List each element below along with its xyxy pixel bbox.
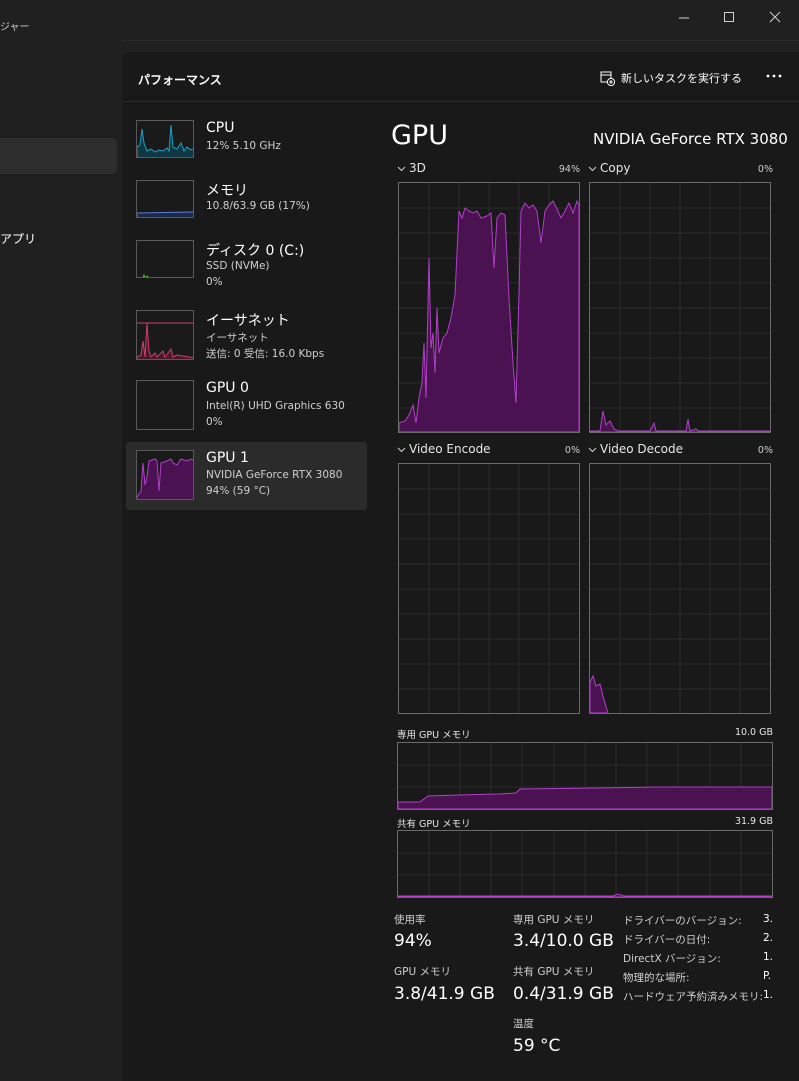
perf-item-name: メモリ	[206, 183, 248, 199]
driver-date-label: ドライバーの日付:	[623, 934, 711, 946]
temperature-label: 温度	[513, 1018, 534, 1030]
perf-item-usage: 94% (59 °C)	[206, 485, 271, 497]
engine-label: Video Encode	[409, 442, 491, 456]
engine-video-encode-selector[interactable]: Video Encode	[397, 442, 491, 456]
engine-percent: 0%	[757, 164, 773, 175]
close-button[interactable]	[755, 6, 795, 28]
perf-item-cpu[interactable]: CPU 12% 5.10 GHz	[126, 120, 367, 188]
perf-item-detail: 12% 5.10 GHz	[206, 140, 281, 152]
maximize-button[interactable]	[709, 6, 749, 28]
shared-memory-graph	[397, 830, 773, 898]
gpu-detail-title: GPU	[391, 120, 448, 151]
perf-item-name: GPU 1	[206, 450, 249, 466]
close-icon	[769, 11, 781, 23]
perf-item-name: CPU	[206, 120, 235, 136]
page-title: パフォーマンス	[138, 73, 222, 87]
perf-item-disk[interactable]: ディスク 0 (C:) SSD (NVMe) 0%	[126, 240, 367, 308]
perf-item-detail: イーサネット	[206, 332, 269, 344]
driver-date-value: 2.	[763, 932, 774, 944]
perf-item-name: ディスク 0 (C:)	[206, 243, 305, 259]
perf-item-gpu-0[interactable]: GPU 0 Intel(R) UHD Graphics 630 0%	[126, 380, 367, 448]
shared-gpu-memory-label: 共有 GPU メモリ	[513, 966, 595, 978]
perf-item-usage: 0%	[206, 276, 223, 288]
app-title: ジャー	[0, 22, 30, 33]
perf-item-usage: 0%	[206, 416, 223, 428]
dedicated-memory-graph	[397, 742, 773, 810]
directx-version-label: DirectX バージョン:	[623, 953, 721, 965]
chevron-down-icon	[588, 447, 597, 452]
gpu-memory-label: GPU メモリ	[394, 966, 451, 978]
engine-percent: 0%	[564, 445, 580, 456]
driver-version-label: ドライバーのバージョン:	[623, 915, 742, 927]
engine-3d-graph	[398, 182, 580, 433]
engine-3d-selector[interactable]: 3D	[397, 161, 426, 175]
nav-item-performance[interactable]	[0, 138, 117, 174]
run-new-task-button[interactable]: 新しいタスクを実行する	[600, 68, 742, 88]
engine-copy-selector[interactable]: Copy	[588, 161, 630, 175]
dedicated-gpu-memory-value: 3.4/10.0 GB	[513, 931, 614, 951]
engine-percent: 94%	[558, 164, 580, 175]
shared-memory-label: 共有 GPU メモリ	[397, 819, 471, 830]
ethernet-thumbnail	[136, 310, 194, 360]
minimize-icon	[679, 17, 689, 19]
shared-memory-max: 31.9 GB	[734, 816, 773, 827]
nav-item-apps[interactable]: アプリ	[0, 230, 36, 247]
dedicated-memory-label: 専用 GPU メモリ	[397, 730, 471, 741]
perf-item-detail: SSD (NVMe)	[206, 260, 270, 272]
minimize-button[interactable]	[664, 6, 704, 28]
perf-item-memory[interactable]: メモリ 10.8/63.9 GB (17%)	[126, 180, 367, 248]
maximize-icon	[724, 12, 734, 22]
gpu-0-thumbnail	[136, 380, 194, 430]
left-navigation	[0, 40, 122, 1081]
engine-copy-graph	[589, 182, 771, 433]
perf-item-name: GPU 0	[206, 380, 249, 396]
dedicated-memory-max: 10.0 GB	[734, 727, 773, 738]
engine-percent: 0%	[757, 445, 773, 456]
dedicated-gpu-memory-label: 専用 GPU メモリ	[513, 914, 595, 926]
reserved-memory-label: ハードウェア予約済みメモリ:	[623, 991, 764, 1003]
run-new-task-label: 新しいタスクを実行する	[621, 72, 742, 85]
engine-video-encode-graph	[398, 463, 580, 714]
engine-video-decode-selector[interactable]: Video Decode	[588, 442, 683, 456]
engine-video-decode-graph	[589, 463, 771, 714]
more-icon	[766, 74, 782, 78]
cpu-thumbnail	[136, 120, 194, 158]
shared-gpu-memory-value: 0.4/31.9 GB	[513, 984, 614, 1004]
gpu-model-name: NVIDIA GeForce RTX 3080	[593, 130, 788, 148]
perf-item-detail: Intel(R) UHD Graphics 630	[206, 400, 345, 412]
more-options-button[interactable]	[763, 65, 785, 87]
perf-item-gpu-1[interactable]: GPU 1 NVIDIA GeForce RTX 3080 94% (59 °C…	[126, 442, 367, 510]
perf-item-detail: 10.8/63.9 GB (17%)	[206, 200, 310, 212]
utilization-value: 94%	[394, 931, 432, 951]
physical-location-label: 物理的な場所:	[623, 972, 690, 984]
physical-location-value: P.	[763, 970, 772, 982]
perf-item-ethernet[interactable]: イーサネット イーサネット 送信: 0 受信: 16.0 Kbps	[126, 310, 367, 378]
header-divider	[122, 101, 799, 102]
chevron-down-icon	[397, 166, 406, 171]
directx-version-value: 1.	[763, 951, 774, 963]
disk-thumbnail	[136, 240, 194, 278]
temperature-value: 59 °C	[513, 1036, 561, 1056]
perf-item-detail: NVIDIA GeForce RTX 3080	[206, 469, 343, 481]
gpu-memory-value: 3.8/41.9 GB	[394, 984, 495, 1004]
chevron-down-icon	[588, 166, 597, 171]
driver-version-value: 3.	[763, 913, 774, 925]
gpu-1-thumbnail	[136, 450, 194, 500]
perf-item-name: イーサネット	[206, 313, 290, 329]
reserved-memory-value: 1.	[763, 989, 774, 1001]
memory-thumbnail	[136, 180, 194, 218]
perf-item-throughput: 送信: 0 受信: 16.0 Kbps	[206, 348, 325, 360]
engine-label: Copy	[600, 161, 631, 175]
engine-label: 3D	[409, 161, 426, 175]
utilization-label: 使用率	[394, 914, 426, 926]
engine-label: Video Decode	[600, 442, 683, 456]
run-task-icon	[600, 71, 615, 86]
chevron-down-icon	[397, 447, 406, 452]
